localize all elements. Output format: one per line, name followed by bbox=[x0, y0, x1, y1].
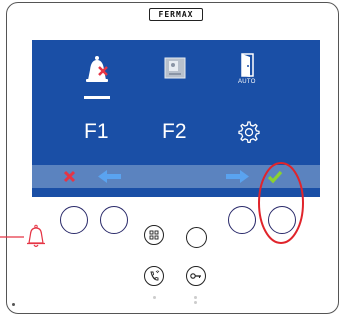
door-key-button[interactable] bbox=[186, 266, 206, 286]
gear-icon[interactable] bbox=[236, 120, 260, 144]
led-indicator-right-top bbox=[194, 296, 197, 299]
auto-label: AUTO bbox=[238, 79, 256, 85]
right-physical-button[interactable] bbox=[228, 206, 256, 234]
led-indicator-left bbox=[153, 296, 156, 299]
left-physical-button[interactable] bbox=[100, 206, 128, 234]
arrow-left-icon[interactable] bbox=[98, 170, 122, 183]
f2-button[interactable]: F2 bbox=[162, 120, 187, 144]
auto-door-icon[interactable]: AUTO bbox=[236, 52, 260, 88]
arrow-right-icon[interactable] bbox=[225, 170, 249, 183]
home-button[interactable] bbox=[186, 227, 207, 248]
microphone-hole bbox=[12, 303, 15, 306]
do-not-disturb-bell-icon[interactable] bbox=[82, 54, 112, 86]
f1-physical-button[interactable] bbox=[60, 206, 88, 234]
f1-button[interactable]: F1 bbox=[84, 120, 109, 144]
led-indicator-right-bottom bbox=[194, 301, 197, 304]
bell-icon bbox=[26, 224, 46, 250]
brand-logo: FERMAX bbox=[149, 8, 203, 21]
call-button[interactable] bbox=[144, 266, 164, 286]
selected-underline bbox=[84, 96, 110, 99]
confirm-physical-button[interactable] bbox=[268, 206, 296, 234]
intercom-icon[interactable] bbox=[163, 56, 187, 80]
cancel-icon[interactable] bbox=[63, 170, 76, 183]
menu-button[interactable] bbox=[144, 225, 164, 245]
